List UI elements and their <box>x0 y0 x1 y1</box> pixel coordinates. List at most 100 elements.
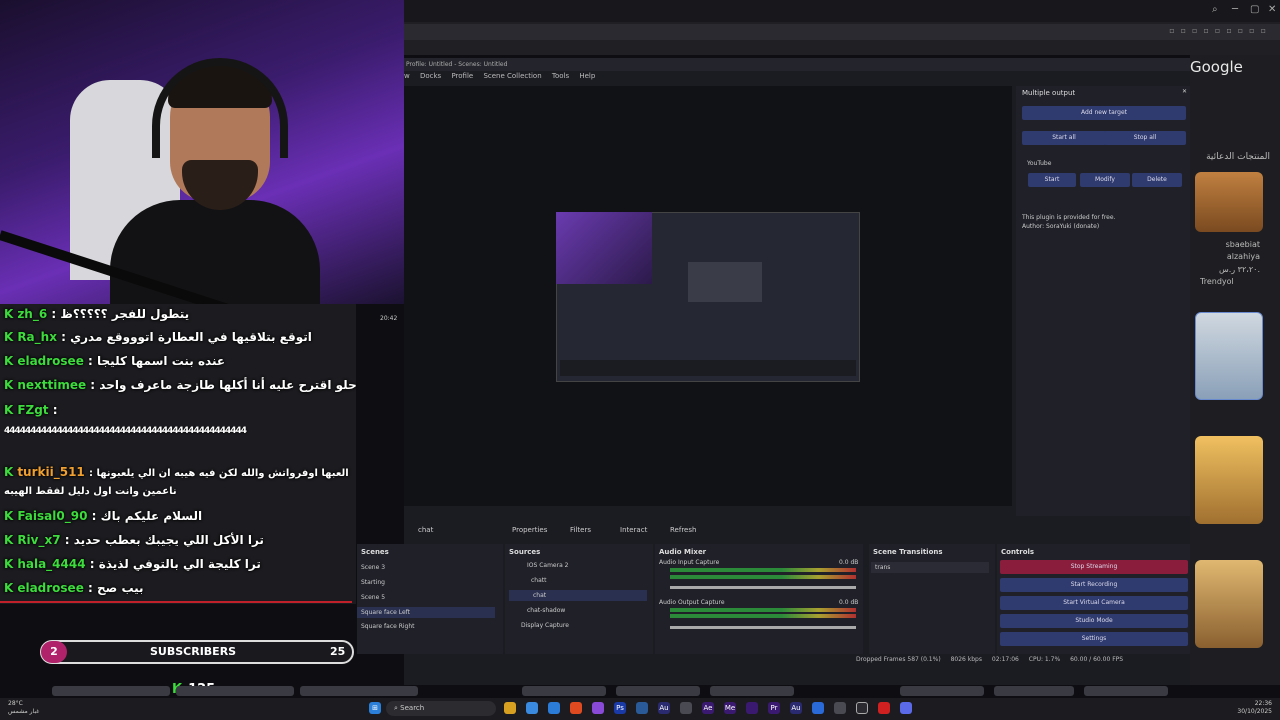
scenes-dock: Scenes Scene 3 Starting Scene 5 Square f… <box>357 544 503 654</box>
target-delete-button[interactable]: Delete <box>1132 173 1182 187</box>
app-icon[interactable] <box>746 702 758 714</box>
app-icon[interactable] <box>526 702 538 714</box>
audio-channel-label: Audio Input Capture <box>659 559 720 566</box>
volume-slider[interactable] <box>670 586 856 589</box>
after-effects-icon[interactable]: Ae <box>702 702 714 714</box>
tray-time: 22:36 <box>1254 700 1272 707</box>
source-item[interactable]: chatt <box>531 577 546 584</box>
start-icon[interactable]: ⊞ <box>369 702 381 714</box>
sources-dock: Sources IOS Camera 2 chatt chat chat-sha… <box>505 544 653 654</box>
window-thumbnail[interactable] <box>616 686 700 696</box>
app-icon[interactable] <box>680 702 692 714</box>
menu-tools[interactable]: Tools <box>552 72 569 80</box>
taskbar-search[interactable]: ⌕ Search <box>386 701 496 716</box>
system-tray-clock[interactable]: 22:36 30/10/2025 <box>1237 700 1272 716</box>
vscode-icon[interactable] <box>548 702 560 714</box>
source-item-selected[interactable]: chat <box>509 590 647 601</box>
media-encoder-icon[interactable]: Me <box>724 702 736 714</box>
headset <box>152 58 288 158</box>
close-icon[interactable]: ✕ <box>1268 4 1276 15</box>
browser-address-bar[interactable] <box>404 24 1280 40</box>
source-item[interactable]: Display Capture <box>521 622 569 629</box>
scene-item[interactable]: Scene 3 <box>361 564 385 571</box>
source-item[interactable]: IOS Camera 2 <box>527 562 568 569</box>
properties-button[interactable]: Properties <box>512 526 547 534</box>
volume-slider[interactable] <box>670 626 856 629</box>
clock-label: 20:42 <box>380 315 398 322</box>
scene-item[interactable]: Square face Right <box>361 623 415 630</box>
sources-title: Sources <box>509 548 541 556</box>
audio-mixer-title: Audio Mixer <box>659 548 707 556</box>
app-icon[interactable] <box>636 702 648 714</box>
window-thumbnail[interactable] <box>994 686 1074 696</box>
product-heading: المنتجات الدعائية <box>1206 152 1270 162</box>
window-thumbnail[interactable] <box>522 686 606 696</box>
scene-item[interactable]: Starting <box>361 579 385 586</box>
stream-time: 02:17:06 <box>991 656 1019 663</box>
menu-help[interactable]: Help <box>579 72 595 80</box>
chat-divider <box>0 601 352 603</box>
file-explorer-icon[interactable] <box>504 702 516 714</box>
subscriber-badge: 2 <box>41 641 67 663</box>
app-icon[interactable] <box>812 702 824 714</box>
start-recording-button[interactable]: Start Recording <box>1000 578 1188 592</box>
scene-item[interactable]: Scene 5 <box>361 594 385 601</box>
audition-icon[interactable]: Au <box>790 702 802 714</box>
app-icon[interactable] <box>834 702 846 714</box>
scene-item-selected[interactable]: Square face Left <box>357 607 495 618</box>
source-item[interactable]: chat-shadow <box>527 607 565 614</box>
studio-mode-button[interactable]: Studio Mode <box>1000 614 1188 628</box>
target-modify-button[interactable]: Modify <box>1080 173 1130 187</box>
window-thumbnail[interactable] <box>176 686 294 696</box>
menu-item[interactable]: w <box>404 72 410 80</box>
product-image[interactable] <box>1195 172 1263 232</box>
product-image[interactable] <box>1195 312 1263 400</box>
weather-widget[interactable]: 28°C غبار مشمس <box>8 700 39 716</box>
menu-scene-collection[interactable]: Scene Collection <box>483 72 541 80</box>
obs-title-bar: Profile: Untitled - Scenes: Untitled <box>404 58 1190 71</box>
bitrate: 8026 kbps <box>950 656 982 663</box>
browser-extension-icons[interactable]: ▫▫▫▫▫▫▫▫▫ <box>1169 26 1272 35</box>
start-all-button[interactable]: Start all <box>1022 131 1106 145</box>
close-icon[interactable]: ✕ <box>1182 88 1187 95</box>
obs-icon[interactable] <box>856 702 868 714</box>
window-thumbnail[interactable] <box>52 686 170 696</box>
product-image[interactable] <box>1195 560 1263 648</box>
window-thumbnail[interactable] <box>900 686 984 696</box>
shop-name[interactable]: sbaebiat <box>1200 240 1260 249</box>
plugin-author[interactable]: Author: SoraYuki (donate) <box>1022 223 1099 230</box>
minimize-icon[interactable]: ─ <box>1232 4 1238 15</box>
product-image[interactable] <box>1195 436 1263 524</box>
audio-meter <box>670 575 856 579</box>
stop-streaming-button[interactable]: Stop Streaming <box>1000 560 1188 574</box>
add-target-button[interactable]: Add new target <box>1022 106 1186 120</box>
transition-select[interactable]: trans <box>871 562 989 573</box>
search-icon[interactable]: ⌕ <box>1212 4 1218 15</box>
window-thumbnail[interactable] <box>710 686 794 696</box>
target-start-button[interactable]: Start <box>1028 173 1076 187</box>
start-virtual-camera-button[interactable]: Start Virtual Camera <box>1000 596 1188 610</box>
audition-icon[interactable]: Au <box>658 702 670 714</box>
stop-all-button[interactable]: Stop all <box>1104 131 1186 145</box>
photoshop-icon[interactable]: Ps <box>614 702 626 714</box>
filters-button[interactable]: Filters <box>570 526 591 534</box>
refresh-button[interactable]: Refresh <box>670 526 696 534</box>
visual-studio-icon[interactable] <box>592 702 604 714</box>
menu-docks[interactable]: Docks <box>420 72 441 80</box>
maximize-icon[interactable]: ▢ <box>1250 4 1259 15</box>
premiere-icon[interactable]: Pr <box>768 702 780 714</box>
interact-button[interactable]: Interact <box>620 526 647 534</box>
brave-icon[interactable] <box>570 702 582 714</box>
menu-profile[interactable]: Profile <box>451 72 473 80</box>
cpu-usage: CPU: 1.7% <box>1028 656 1061 663</box>
window-thumbnail[interactable] <box>300 686 418 696</box>
settings-button[interactable]: Settings <box>1000 632 1188 646</box>
fps: 60.00 / 60.00 FPS <box>1070 656 1124 663</box>
google-logo: Google <box>1190 58 1243 76</box>
opera-icon[interactable] <box>878 702 890 714</box>
discord-icon[interactable] <box>900 702 912 714</box>
window-thumbnail[interactable] <box>1084 686 1168 696</box>
source-toolbar: chat Properties Filters Interact Refresh <box>404 522 1012 539</box>
plugin-note: This plugin is provided for free. <box>1022 214 1116 221</box>
obs-status-bar: Dropped Frames 587 (0.1%) 8026 kbps 02:1… <box>856 656 1190 668</box>
